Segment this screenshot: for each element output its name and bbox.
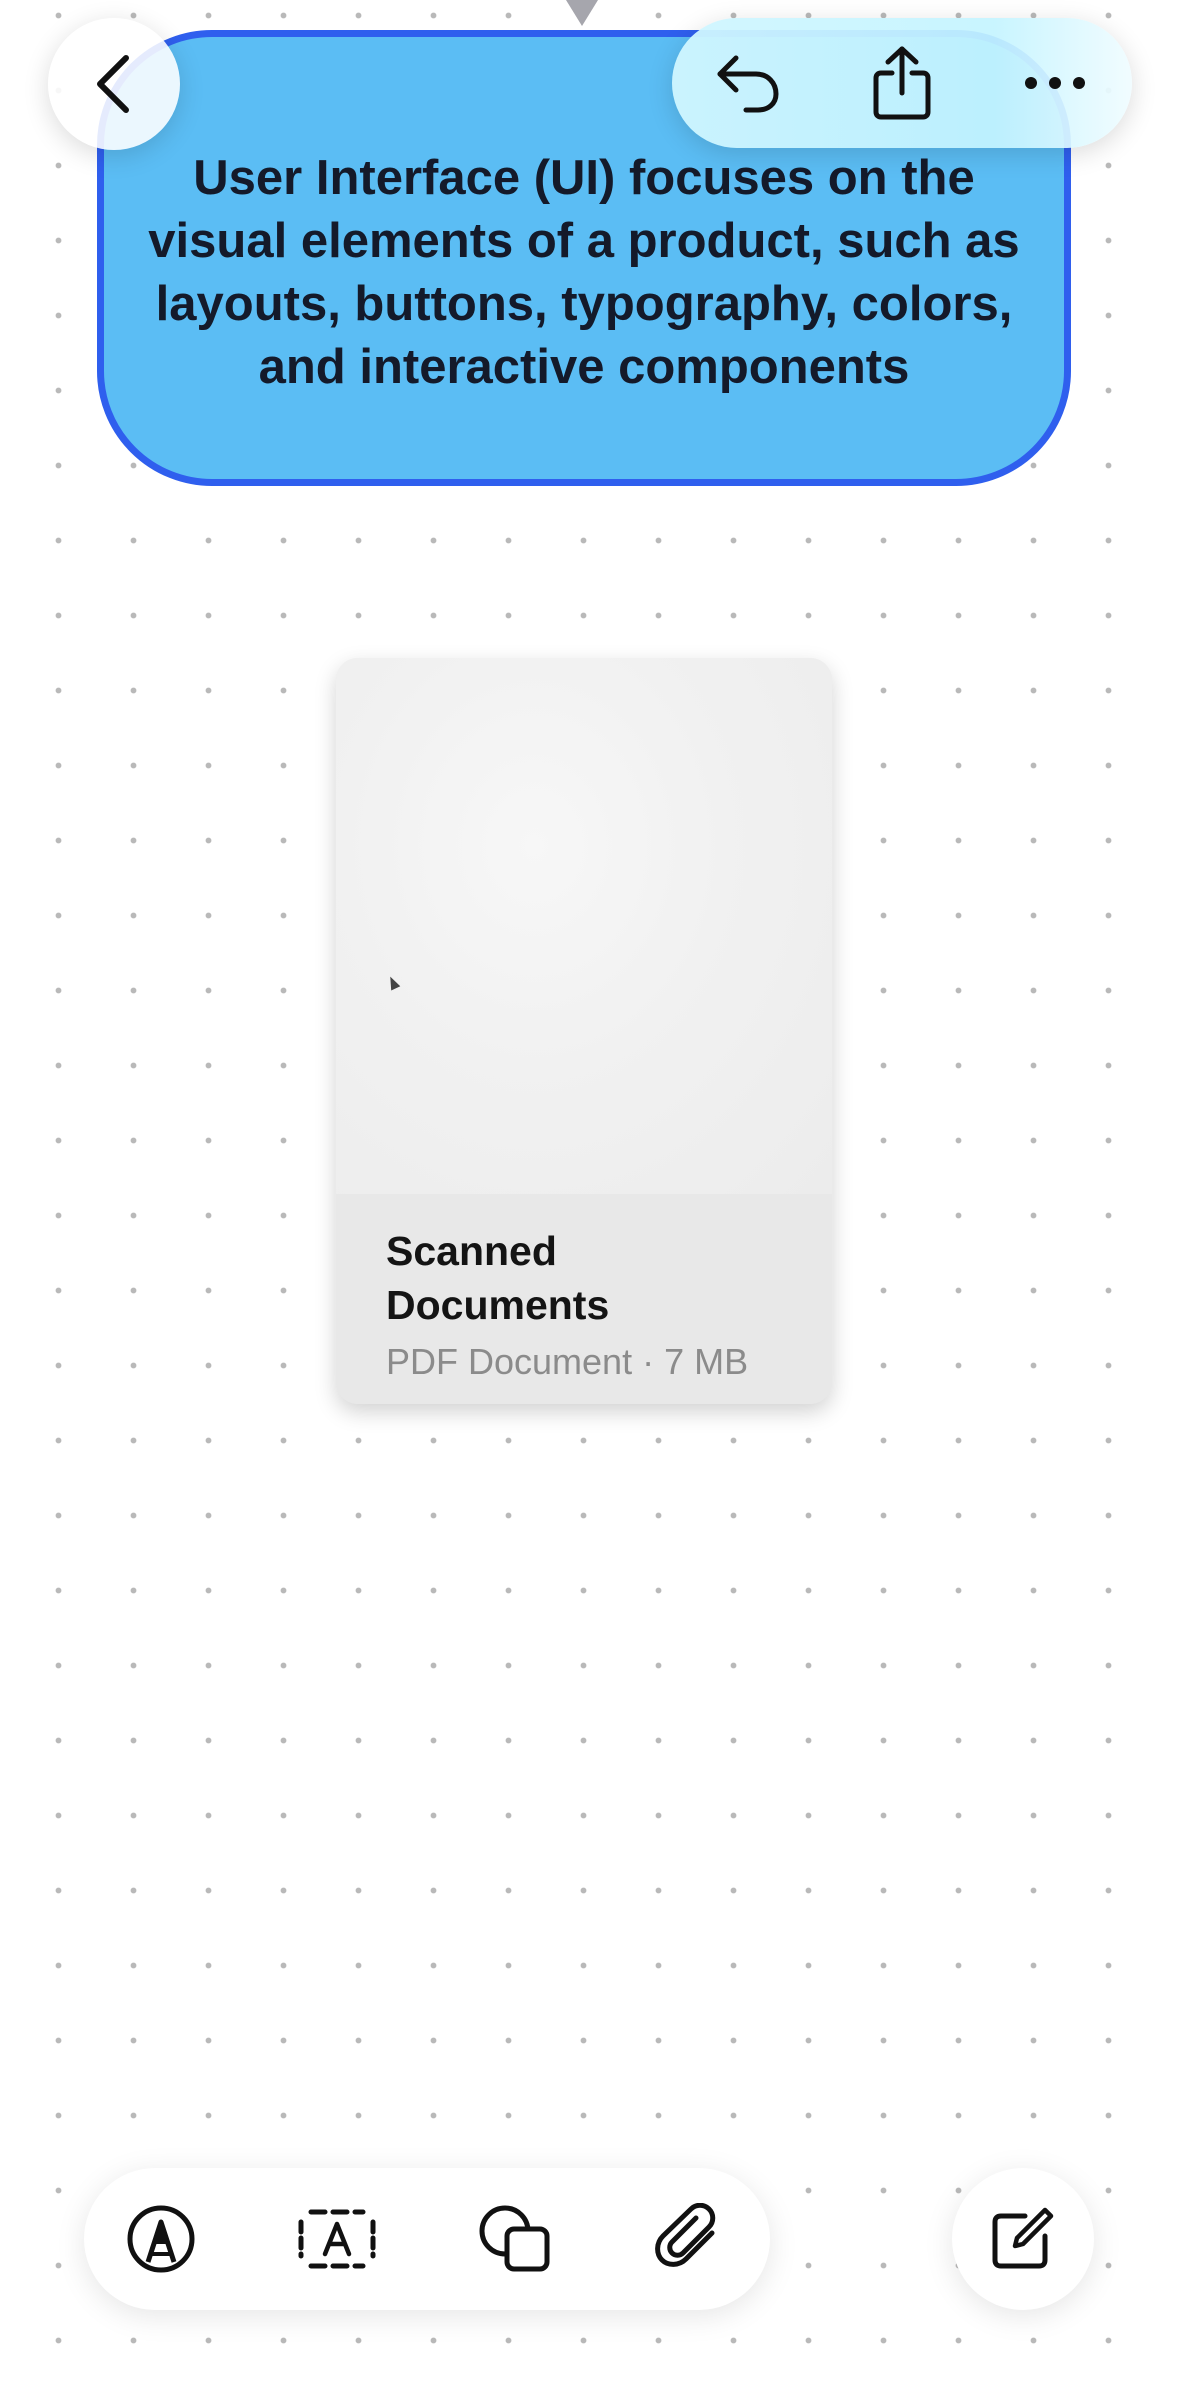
- attach-button[interactable]: [624, 2168, 754, 2310]
- connector-arrow: [566, 0, 598, 26]
- attachment-meta: PDF Document · 7 MB: [386, 1341, 749, 1382]
- undo-button[interactable]: [672, 18, 825, 148]
- paperclip-icon: [654, 2203, 724, 2275]
- attachment-card[interactable]: Scanned Documents PDF Document · 7 MB: [336, 658, 832, 1404]
- share-button[interactable]: [825, 18, 978, 148]
- chevron-left-icon: [90, 52, 138, 116]
- compose-button[interactable]: [952, 2168, 1094, 2310]
- thumbnail-speck: [385, 974, 401, 991]
- top-action-group: [672, 18, 1132, 148]
- undo-icon: [714, 52, 784, 114]
- attachment-info: Scanned Documents PDF Document · 7 MB: [336, 1194, 832, 1404]
- compose-icon: [989, 2206, 1057, 2272]
- pen-icon: [126, 2204, 196, 2274]
- share-icon: [871, 45, 933, 121]
- bottom-toolbar: [84, 2168, 770, 2310]
- pen-tool-button[interactable]: [96, 2168, 226, 2310]
- more-button[interactable]: [978, 18, 1131, 148]
- document-thumbnail: [336, 658, 832, 1194]
- shapes-button[interactable]: [450, 2168, 580, 2310]
- text-box-button[interactable]: [272, 2168, 402, 2310]
- attachment-title: Scanned Documents: [386, 1228, 610, 1328]
- board-canvas[interactable]: User Interface (UI) focuses on the visua…: [0, 0, 1179, 2396]
- shapes-icon: [477, 2203, 553, 2275]
- back-button[interactable]: [48, 18, 180, 150]
- ellipsis-icon: [1023, 75, 1087, 91]
- text-box-icon: [297, 2208, 377, 2270]
